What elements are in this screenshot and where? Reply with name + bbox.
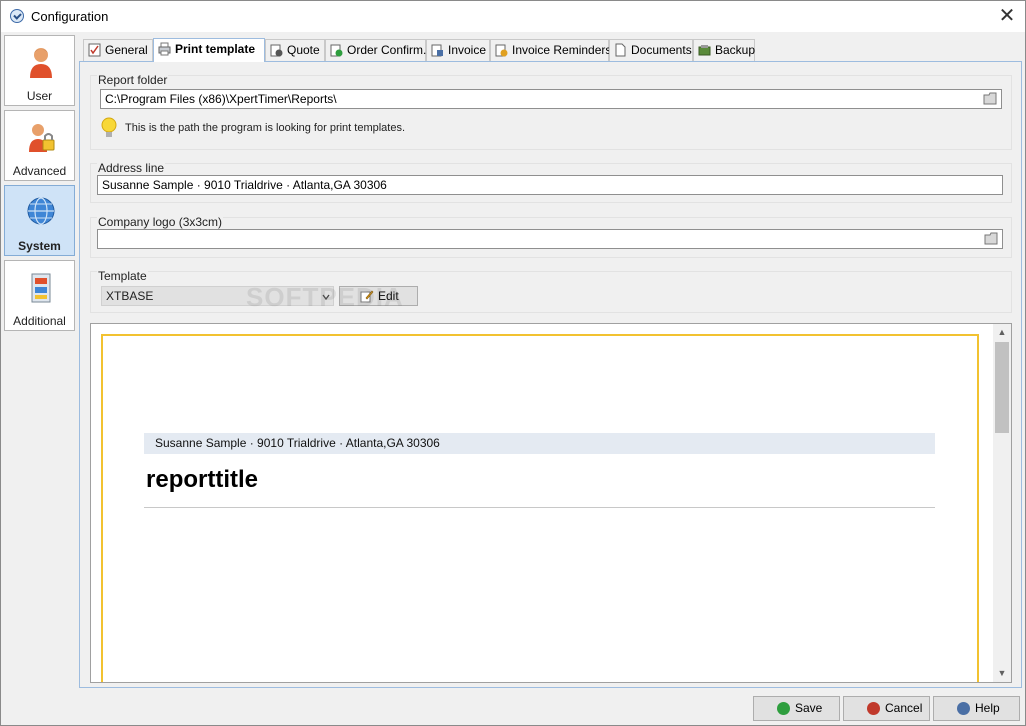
- nav-label: Advanced: [12, 164, 67, 178]
- quote-icon: [270, 44, 283, 57]
- tab-invoice-reminders[interactable]: Invoice Reminders: [490, 39, 612, 61]
- checklist-icon: [88, 43, 101, 57]
- tab-label: Invoice Reminders: [512, 43, 612, 57]
- page-frame: [101, 334, 979, 682]
- app-icon: [10, 9, 24, 23]
- company-logo-label: Company logo (3x3cm): [97, 215, 224, 229]
- tab-label: Documents: [631, 43, 692, 57]
- save-label: Save: [795, 701, 823, 715]
- check-icon: [777, 702, 790, 715]
- nav-label: Additional: [13, 314, 66, 328]
- address-line-value: Susanne Sample · 9010 Trialdrive · Atlan…: [102, 178, 387, 192]
- help-button[interactable]: Help: [933, 696, 1020, 721]
- tab-label: Order Confirm.: [347, 43, 427, 57]
- help-label: Help: [975, 701, 1000, 715]
- report-folder-label: Report folder: [97, 73, 169, 87]
- order-confirm-icon: [330, 44, 343, 57]
- address-line-label: Address line: [97, 161, 166, 175]
- company-logo-field[interactable]: [97, 229, 1003, 249]
- cabinet-icon: [31, 273, 51, 303]
- help-icon: [957, 702, 970, 715]
- save-button[interactable]: Save: [753, 696, 840, 721]
- tab-print-template[interactable]: Print template: [153, 38, 265, 62]
- report-folder-hint: This is the path the program is looking …: [125, 122, 406, 134]
- documents-icon: [615, 43, 626, 57]
- address-line-field[interactable]: Susanne Sample · 9010 Trialdrive · Atlan…: [97, 175, 1003, 195]
- user-icon: [30, 48, 52, 78]
- tab-order-confirm[interactable]: Order Confirm.: [325, 39, 426, 61]
- user-lock-icon: [29, 124, 55, 152]
- tab-label: General: [105, 43, 148, 57]
- nav-label: System: [18, 239, 61, 253]
- tab-label: Invoice: [448, 43, 487, 57]
- preview-address: Susanne Sample · 9010 Trialdrive · Atlan…: [144, 433, 935, 454]
- globe-icon: [27, 197, 55, 225]
- report-folder-group: Report folder: [90, 73, 1012, 150]
- nav-label: User: [26, 89, 53, 103]
- cancel-icon: [867, 702, 880, 715]
- nav-item-user[interactable]: User: [4, 35, 75, 106]
- template-label: Template: [97, 269, 148, 283]
- lightbulb-icon: [101, 117, 117, 137]
- tab-invoice[interactable]: Invoice: [426, 39, 490, 61]
- nav-item-additional[interactable]: Additional: [4, 260, 75, 331]
- scroll-up-icon[interactable]: ▲: [993, 324, 1011, 341]
- report-folder-value: C:\Program Files (x86)\XpertTimer\Report…: [105, 92, 337, 106]
- close-button[interactable]: ✕: [993, 2, 1021, 30]
- nav-item-system[interactable]: System: [4, 185, 75, 256]
- scroll-thumb[interactable]: [995, 342, 1009, 433]
- nav-item-advanced[interactable]: Advanced: [4, 110, 75, 181]
- cancel-label: Cancel: [885, 701, 923, 715]
- tab-label: Backup: [715, 43, 756, 57]
- tab-general[interactable]: General: [83, 39, 153, 61]
- tab-backup[interactable]: Backup: [693, 39, 755, 61]
- logo-browse-icon[interactable]: [984, 232, 999, 245]
- printer-icon: [158, 42, 171, 56]
- backup-icon: [698, 45, 711, 56]
- invoice-icon: [431, 44, 443, 57]
- watermark: SOFTPEDIA: [246, 282, 404, 312]
- report-folder-field[interactable]: C:\Program Files (x86)\XpertTimer\Report…: [100, 89, 1002, 109]
- folder-browse-icon[interactable]: [983, 92, 998, 105]
- tab-quote[interactable]: Quote: [265, 39, 325, 61]
- preview-divider: [144, 507, 935, 508]
- reminder-icon: [495, 44, 508, 57]
- cancel-button[interactable]: Cancel: [843, 696, 930, 721]
- tab-documents[interactable]: Documents: [609, 39, 693, 61]
- tab-label: Quote: [287, 43, 320, 57]
- scroll-down-icon[interactable]: ▼: [993, 665, 1011, 682]
- preview-scrollbar[interactable]: ▲ ▼: [993, 324, 1011, 682]
- tab-label: Print template: [175, 42, 256, 56]
- title-bar: Configuration ✕: [1, 1, 1025, 32]
- template-selected: XTBASE: [106, 289, 154, 303]
- template-preview: [90, 323, 1012, 683]
- preview-title: reporttitle: [146, 466, 259, 493]
- window-title: Configuration: [31, 9, 109, 24]
